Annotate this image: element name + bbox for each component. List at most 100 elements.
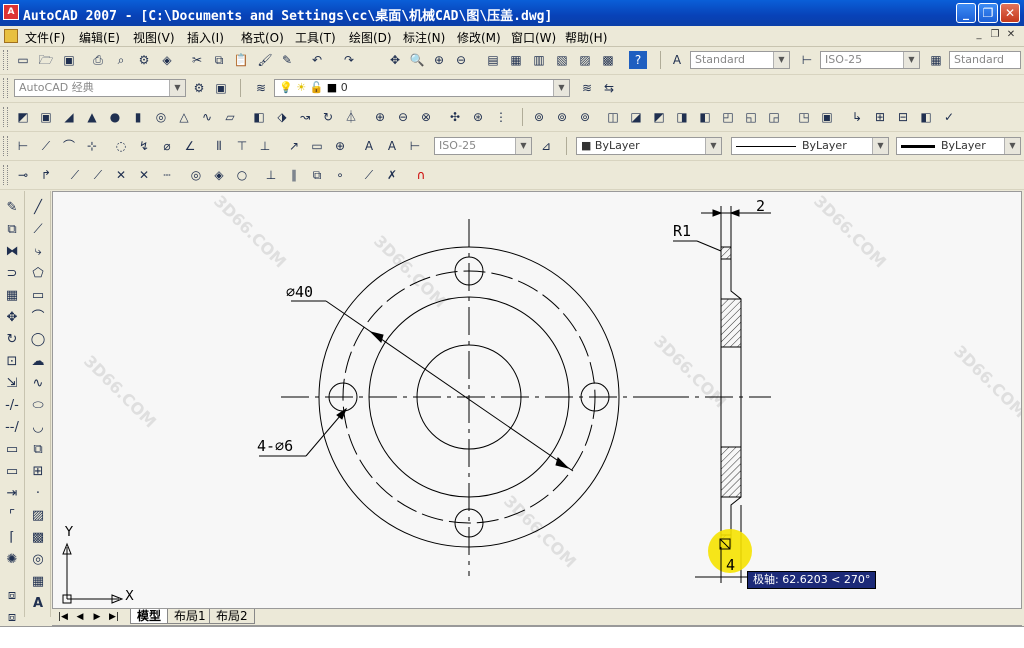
menu-window[interactable]: 窗口(W) bbox=[511, 29, 556, 46]
tool-palettes-icon[interactable]: ▥ bbox=[530, 51, 548, 69]
snap-tangent-icon[interactable]: ○ bbox=[233, 166, 251, 184]
last-tab-icon[interactable]: ▶| bbox=[107, 610, 121, 624]
mirror-icon[interactable]: ⧓ bbox=[3, 243, 21, 261]
new-file-icon[interactable]: ▭ bbox=[14, 51, 32, 69]
snap-perpendicular-icon[interactable]: ⊥ bbox=[262, 166, 280, 184]
circle-icon[interactable]: ◯ bbox=[29, 331, 47, 349]
trim-icon[interactable]: -/- bbox=[3, 397, 21, 415]
revolve-icon[interactable]: ↻ bbox=[319, 108, 337, 126]
ucs-world-icon[interactable]: ⊞ bbox=[871, 108, 889, 126]
dim-style-select[interactable]: ISO-25 ▼ bbox=[820, 51, 920, 69]
publish-icon[interactable]: ⚙ bbox=[135, 51, 153, 69]
3d-dwf-icon[interactable]: ◈ bbox=[158, 51, 176, 69]
join-icon[interactable]: ⇥ bbox=[3, 485, 21, 503]
snap-node-icon[interactable]: ∘ bbox=[331, 166, 349, 184]
snap-intersection-icon[interactable]: ✕ bbox=[112, 166, 130, 184]
union-icon[interactable]: ⊕ bbox=[371, 108, 389, 126]
make-block-icon[interactable]: ⊞ bbox=[29, 463, 47, 481]
menu-modify[interactable]: 修改(M) bbox=[457, 29, 501, 46]
osnap-settings-icon[interactable]: ∩ bbox=[412, 166, 430, 184]
doc-close-icon[interactable]: ✕ bbox=[1004, 29, 1018, 42]
cone-icon[interactable]: ▲ bbox=[83, 108, 101, 126]
view-ne-iso-icon[interactable]: ◳ bbox=[795, 108, 813, 126]
draw-order-icon[interactable]: ⧈ bbox=[3, 587, 21, 605]
sheet-set-icon[interactable]: ▧ bbox=[553, 51, 571, 69]
menu-view[interactable]: 视图(V) bbox=[133, 29, 175, 46]
tab-layout1[interactable]: 布局1 bbox=[167, 609, 213, 624]
toolbar-grip[interactable] bbox=[3, 78, 8, 98]
save-icon[interactable]: ▣ bbox=[60, 51, 78, 69]
view-bottom-icon[interactable]: ◪ bbox=[627, 108, 645, 126]
sphere-icon[interactable]: ● bbox=[106, 108, 124, 126]
quick-leader-icon[interactable]: ↗ bbox=[285, 137, 303, 155]
ucs-face-icon[interactable]: ◧ bbox=[917, 108, 935, 126]
construction-line-icon[interactable]: ⟋ bbox=[29, 221, 47, 239]
ucs-icon[interactable]: ↳ bbox=[848, 108, 866, 126]
drawing-canvas[interactable]: 3D66.COM 3D66.COM 3D66.COM 3D66.COM 3D66… bbox=[52, 191, 1022, 609]
array-icon[interactable]: ▦ bbox=[3, 287, 21, 305]
zoom-window-icon[interactable]: ⊕ bbox=[430, 51, 448, 69]
menu-edit[interactable]: 编辑(E) bbox=[79, 29, 120, 46]
dimension-edit-icon[interactable]: A bbox=[360, 137, 378, 155]
stretch-icon[interactable]: ⇲ bbox=[3, 375, 21, 393]
continue-dimension-icon[interactable]: ⊥ bbox=[256, 137, 274, 155]
command-line[interactable] bbox=[0, 626, 1024, 648]
layer-previous-icon[interactable]: ⇆ bbox=[600, 79, 618, 97]
menu-dimension[interactable]: 标注(N) bbox=[403, 29, 445, 46]
jogged-dimension-icon[interactable]: ↯ bbox=[135, 137, 153, 155]
diameter-dimension-icon[interactable]: ⌀ bbox=[158, 137, 176, 155]
dimension-style-icon[interactable]: ⊿ bbox=[537, 137, 555, 155]
extend-icon[interactable]: --/ bbox=[3, 419, 21, 437]
center-mark-icon[interactable]: ⊕ bbox=[331, 137, 349, 155]
fillet-icon[interactable]: ⌈ bbox=[3, 529, 21, 547]
move-icon[interactable]: ✥ bbox=[3, 309, 21, 327]
snap-endpoint-icon[interactable]: ⟋ bbox=[66, 166, 84, 184]
view-sw-iso-icon[interactable]: ◱ bbox=[742, 108, 760, 126]
polyline-icon[interactable]: ⤷ bbox=[29, 243, 47, 261]
3d-rotate-icon[interactable]: ⊛ bbox=[469, 108, 487, 126]
toolbar-grip[interactable] bbox=[3, 107, 8, 127]
lineweight-select[interactable]: ByLayer ▼ bbox=[896, 137, 1021, 155]
next-tab-icon[interactable]: ▶ bbox=[90, 610, 104, 624]
autocad-app-icon[interactable]: A bbox=[3, 4, 19, 20]
table-icon[interactable]: ▦ bbox=[29, 573, 47, 591]
layer-select[interactable]: 💡 ☀ 🔓 ■ 0 ▼ bbox=[274, 79, 570, 97]
tolerance-icon[interactable]: ▭ bbox=[308, 137, 326, 155]
view-right-icon[interactable]: ◨ bbox=[673, 108, 691, 126]
region-icon[interactable]: ◎ bbox=[29, 551, 47, 569]
ucs-apply-icon[interactable]: ✓ bbox=[940, 108, 958, 126]
pan-icon[interactable]: ✥ bbox=[386, 51, 404, 69]
menu-help[interactable]: 帮助(H) bbox=[565, 29, 607, 46]
snap-nearest-icon[interactable]: ⟋ bbox=[360, 166, 378, 184]
first-tab-icon[interactable]: |◀ bbox=[56, 610, 70, 624]
intersect-icon[interactable]: ⊗ bbox=[417, 108, 435, 126]
aligned-dimension-icon[interactable]: ⟋ bbox=[37, 137, 55, 155]
subtract-icon[interactable]: ⊖ bbox=[394, 108, 412, 126]
copy-icon[interactable]: ⧉ bbox=[210, 51, 228, 69]
help-icon[interactable]: ? bbox=[629, 51, 647, 69]
break-at-point-icon[interactable]: ▭ bbox=[3, 441, 21, 459]
zoom-previous-icon[interactable]: ⊖ bbox=[452, 51, 470, 69]
color-select[interactable]: ■ ByLayer ▼ bbox=[576, 137, 722, 155]
rotate-icon[interactable]: ↻ bbox=[3, 331, 21, 349]
cylinder-icon[interactable]: ▮ bbox=[129, 108, 147, 126]
snap-quadrant-icon[interactable]: ◈ bbox=[210, 166, 228, 184]
tab-model[interactable]: 模型 bbox=[130, 609, 169, 624]
snap-apparent-intersection-icon[interactable]: ✕ bbox=[135, 166, 153, 184]
view-se-iso-icon[interactable]: ◲ bbox=[765, 108, 783, 126]
cut-icon[interactable]: ✂ bbox=[188, 51, 206, 69]
plot-preview-icon[interactable]: ⌕ bbox=[112, 51, 130, 69]
3d-align-icon[interactable]: ⋮ bbox=[492, 108, 510, 126]
break-icon[interactable]: ▭ bbox=[3, 463, 21, 481]
block-editor-icon[interactable]: ✎ bbox=[278, 51, 296, 69]
torus-icon[interactable]: ◎ bbox=[152, 108, 170, 126]
hatch-icon[interactable]: ▨ bbox=[29, 507, 47, 525]
insert-block-icon[interactable]: ⧉ bbox=[29, 441, 47, 459]
toolbar-grip[interactable] bbox=[3, 165, 8, 185]
maximize-button[interactable]: ❐ bbox=[978, 3, 998, 23]
temp-track-point-icon[interactable]: ⊸ bbox=[14, 166, 32, 184]
extrude-icon[interactable]: ◧ bbox=[250, 108, 268, 126]
calculator-icon[interactable]: ▩ bbox=[599, 51, 617, 69]
helix-icon[interactable]: ∿ bbox=[198, 108, 216, 126]
gradient-icon[interactable]: ▩ bbox=[29, 529, 47, 547]
